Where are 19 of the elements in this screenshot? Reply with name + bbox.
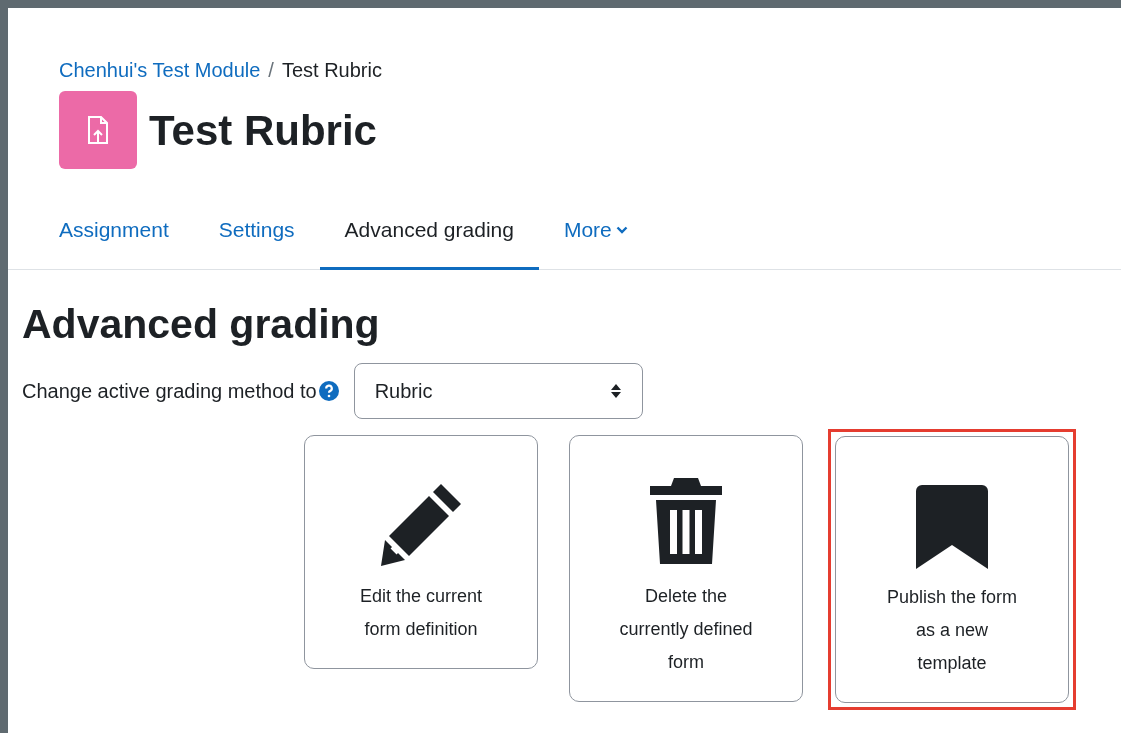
tab[interactable]: Assignment — [34, 192, 194, 270]
chevron-down-icon — [615, 225, 628, 234]
breadcrumb-separator: / — [268, 58, 274, 83]
bookmark-icon — [916, 485, 988, 569]
publish-action-button[interactable]: Publish the form as a new template — [835, 436, 1069, 703]
tab[interactable]: Advanced grading — [319, 192, 539, 270]
delete-action-button[interactable]: Delete the currently defined form — [569, 435, 803, 702]
page-title: Test Rubric — [149, 105, 377, 156]
method-label: Change active grading method to — [22, 379, 317, 404]
sort-arrows-icon — [609, 382, 622, 400]
breadcrumb-link[interactable]: Chenhui's Test Module — [59, 55, 261, 85]
help-icon[interactable] — [318, 381, 339, 401]
method-select[interactable]: Rubric — [353, 363, 643, 419]
assignment-icon — [59, 91, 137, 169]
edit-action-button[interactable]: Edit the current form definition — [304, 435, 538, 669]
tab[interactable]: More — [538, 192, 653, 270]
tab[interactable]: Settings — [193, 192, 320, 270]
breadcrumb-current: Test Rubric — [281, 58, 382, 83]
page-heading: Advanced grading — [22, 300, 381, 349]
